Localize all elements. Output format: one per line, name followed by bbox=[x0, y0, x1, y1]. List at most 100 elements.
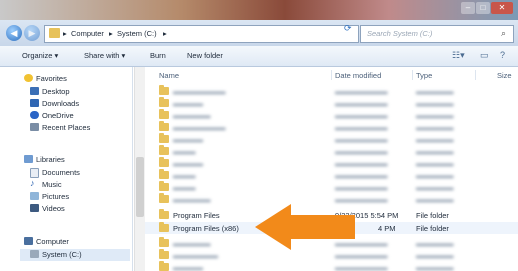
back-button[interactable]: ◀ bbox=[6, 25, 22, 41]
column-divider[interactable] bbox=[475, 70, 476, 80]
list-item[interactable]: ▬▬▬▬ ▬▬▬▬▬▬▬ ▬▬▬▬▬ bbox=[145, 97, 518, 109]
type-unreadable: ▬▬▬▬▬ bbox=[416, 263, 454, 271]
type-unreadable: ▬▬▬▬▬ bbox=[416, 195, 454, 204]
folder-icon bbox=[159, 157, 169, 167]
cloud-icon bbox=[30, 111, 39, 119]
recent-places-icon bbox=[30, 123, 39, 131]
help-icon[interactable]: ? bbox=[500, 50, 505, 60]
folder-icon bbox=[159, 222, 169, 232]
address-bar[interactable]: ▸ Computer ▸ System (C:) ▸ ▼ bbox=[44, 25, 384, 43]
scrollbar-thumb[interactable] bbox=[136, 157, 144, 217]
documents-icon bbox=[30, 168, 39, 178]
maximize-icon: □ bbox=[480, 3, 486, 12]
file-type: File folder bbox=[416, 211, 449, 220]
file-name-unreadable: ▬▬▬▬▬▬ bbox=[173, 251, 218, 260]
file-name-unreadable: ▬▬▬▬▬▬▬ bbox=[173, 87, 226, 96]
refresh-icon[interactable]: ⟳ bbox=[344, 23, 352, 34]
file-name-unreadable: ▬▬▬ bbox=[173, 171, 196, 180]
annotation-arrow-icon bbox=[255, 204, 355, 250]
close-icon: ✕ bbox=[498, 3, 506, 12]
organize-button[interactable]: Organize ▾ bbox=[22, 51, 58, 60]
breadcrumb-separator: ▸ bbox=[63, 29, 67, 38]
column-date-modified[interactable]: Date modified bbox=[335, 71, 381, 80]
music-icon: ♪ bbox=[30, 178, 35, 188]
list-item[interactable]: ▬▬▬ ▬▬▬▬▬▬▬ ▬▬▬▬▬ bbox=[145, 169, 518, 181]
star-icon bbox=[24, 74, 33, 82]
type-unreadable: ▬▬▬▬▬ bbox=[416, 135, 454, 144]
type-unreadable: ▬▬▬▬▬ bbox=[416, 239, 454, 248]
folder-icon bbox=[159, 193, 169, 203]
type-unreadable: ▬▬▬▬▬ bbox=[416, 87, 454, 96]
list-item[interactable]: ▬▬▬▬▬▬ ▬▬▬▬▬▬▬ ▬▬▬▬▬ bbox=[145, 249, 518, 261]
list-item[interactable]: ▬▬▬▬ ▬▬▬▬▬▬▬ ▬▬▬▬▬ bbox=[145, 261, 518, 271]
new-folder-button[interactable]: New folder bbox=[187, 51, 223, 60]
maximize-button[interactable]: □ bbox=[476, 2, 490, 14]
type-unreadable: ▬▬▬▬▬ bbox=[416, 183, 454, 192]
type-unreadable: ▬▬▬▬▬ bbox=[416, 159, 454, 168]
nav-label: System (C:) bbox=[42, 250, 82, 259]
navigation-scrollbar[interactable] bbox=[134, 67, 145, 271]
list-item[interactable]: ▬▬▬ ▬▬▬▬▬▬▬ ▬▬▬▬▬ bbox=[145, 181, 518, 193]
file-name: Program Files (x86) bbox=[173, 224, 239, 233]
column-divider[interactable] bbox=[412, 70, 413, 80]
list-item[interactable]: ▬▬▬▬▬▬▬ ▬▬▬▬▬▬▬ ▬▬▬▬▬ bbox=[145, 121, 518, 133]
nav-label: Videos bbox=[42, 204, 65, 213]
explorer-window: – □ ✕ ◀ ▶ ▸ Computer ▸ System (C:) ▸ ▼ ⟳… bbox=[0, 0, 518, 271]
column-divider[interactable] bbox=[331, 70, 332, 80]
type-unreadable: ▬▬▬▬▬ bbox=[416, 147, 454, 156]
file-type: File folder bbox=[416, 224, 449, 233]
nav-label: Desktop bbox=[42, 87, 70, 96]
breadcrumb-computer[interactable]: Computer bbox=[71, 29, 104, 38]
forward-button[interactable]: ▶ bbox=[24, 25, 40, 41]
type-unreadable: ▬▬▬▬▬ bbox=[416, 123, 454, 132]
burn-button[interactable]: Burn bbox=[150, 51, 166, 60]
libraries-icon bbox=[24, 155, 33, 163]
date-unreadable: ▬▬▬▬▬▬▬ bbox=[335, 87, 388, 96]
date-unreadable: ▬▬▬▬▬▬▬ bbox=[335, 135, 388, 144]
nav-label: Favorites bbox=[36, 74, 67, 83]
folder-icon bbox=[159, 133, 169, 143]
arrow-head bbox=[255, 204, 291, 250]
view-options-icon[interactable]: ☷▾ bbox=[452, 50, 465, 61]
folder-icon bbox=[159, 249, 169, 259]
list-item[interactable]: ▬▬▬▬▬ ▬▬▬▬▬▬▬ ▬▬▬▬▬ bbox=[145, 109, 518, 121]
file-date: 4 PM bbox=[378, 224, 396, 233]
list-item[interactable]: ▬▬▬▬ ▬▬▬▬▬▬▬ ▬▬▬▬▬ bbox=[145, 157, 518, 169]
nav-label: Libraries bbox=[36, 155, 65, 164]
date-unreadable: ▬▬▬▬▬▬▬ bbox=[335, 111, 388, 120]
column-name[interactable]: Name bbox=[159, 71, 179, 80]
file-name-unreadable: ▬▬▬ bbox=[173, 147, 196, 156]
folder-icon bbox=[49, 28, 60, 38]
search-input[interactable]: Search System (C:) ⌕ bbox=[360, 25, 514, 43]
folder-icon bbox=[159, 261, 169, 271]
back-arrow-icon: ◀ bbox=[10, 28, 18, 38]
preview-pane-icon[interactable]: ▭ bbox=[480, 50, 489, 61]
list-item[interactable]: ▬▬▬▬▬▬▬ ▬▬▬▬▬▬▬ ▬▬▬▬▬ bbox=[145, 85, 518, 97]
folder-icon bbox=[159, 97, 169, 107]
date-unreadable: ▬▬▬▬▬▬▬ bbox=[335, 195, 388, 204]
nav-label: Computer bbox=[36, 237, 69, 246]
folder-icon bbox=[159, 209, 169, 219]
folder-icon bbox=[159, 169, 169, 179]
close-button[interactable]: ✕ bbox=[491, 2, 513, 14]
date-unreadable: ▬▬▬▬▬▬▬ bbox=[335, 263, 388, 271]
breadcrumb-system-c[interactable]: System (C:) bbox=[117, 29, 157, 38]
breadcrumb-separator: ▸ bbox=[163, 29, 167, 38]
nav-system-c[interactable]: System (C:) bbox=[20, 249, 130, 261]
type-unreadable: ▬▬▬▬▬ bbox=[416, 111, 454, 120]
list-item[interactable]: ▬▬▬ ▬▬▬▬▬▬▬ ▬▬▬▬▬ bbox=[145, 145, 518, 157]
computer-icon bbox=[24, 237, 33, 245]
drive-icon bbox=[30, 250, 39, 258]
navigation-pane: Favorites Desktop Downloads OneDrive Rec… bbox=[0, 67, 133, 271]
list-item[interactable]: ▬▬▬▬ ▬▬▬▬▬▬▬ ▬▬▬▬▬ bbox=[145, 133, 518, 145]
file-name-unreadable: ▬▬▬▬▬ bbox=[173, 239, 211, 248]
file-name-unreadable: ▬▬▬▬▬▬▬ bbox=[173, 123, 226, 132]
share-with-button[interactable]: Share with ▾ bbox=[84, 51, 125, 60]
minimize-button[interactable]: – bbox=[461, 2, 475, 14]
column-type[interactable]: Type bbox=[416, 71, 432, 80]
column-size[interactable]: Size bbox=[497, 71, 512, 80]
command-bar: Organize ▾ Share with ▾ Burn New folder … bbox=[0, 46, 518, 67]
desktop-icon bbox=[30, 87, 39, 95]
file-name-unreadable: ▬▬▬▬ bbox=[173, 159, 203, 168]
breadcrumb-separator: ▸ bbox=[109, 29, 113, 38]
